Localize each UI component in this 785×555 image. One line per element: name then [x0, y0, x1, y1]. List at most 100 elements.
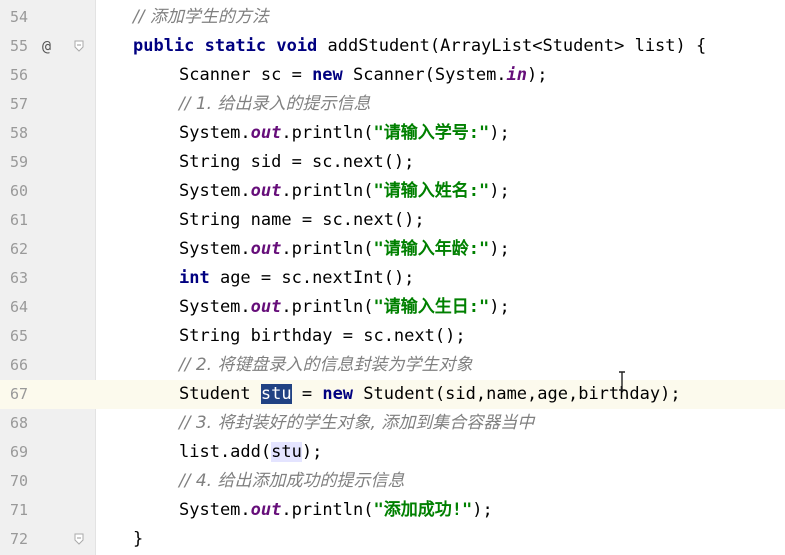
line-number: 70 [9, 472, 28, 490]
at-sign-override-icon[interactable]: @ [42, 32, 51, 61]
code-text[interactable]: // 1. 给出录入的提示信息 [179, 90, 370, 119]
code-text[interactable]: System.out.println("添加成功!"); [179, 496, 493, 525]
code-token: .println( [281, 239, 374, 259]
code-token: String name = sc.next(); [179, 210, 425, 230]
comment-token: // 3. 将封装好的学生对象, 添加到集合容器当中 [179, 413, 535, 433]
selected-identifier: stu [260, 384, 292, 404]
code-token: Student [179, 384, 261, 404]
code-line[interactable]: 55 @ public static void addStudent(ArrayLi… [0, 32, 785, 61]
code-text[interactable]: // 3. 将封装好的学生对象, 添加到集合容器当中 [179, 409, 534, 438]
code-token: = [291, 384, 323, 404]
keyword-token: void [276, 36, 318, 56]
code-text[interactable]: String sid = sc.next(); [179, 148, 414, 177]
line-number: 71 [9, 501, 28, 519]
code-token: list.add( [179, 442, 272, 462]
static-field-token: out [250, 500, 282, 520]
fold-marker-icon[interactable] [74, 533, 84, 545]
code-token: System. [179, 297, 251, 317]
code-token: System. [179, 181, 251, 201]
static-field-token: out [250, 123, 282, 143]
code-text[interactable]: int age = sc.nextInt(); [179, 264, 414, 293]
comment-token: // 添加学生的方法 [133, 7, 269, 27]
line-number: 61 [9, 211, 28, 229]
line-number: 72 [9, 530, 28, 548]
code-line[interactable]: 62 System.out.println("请输入年龄:"); [0, 235, 785, 264]
line-number: 63 [9, 269, 28, 287]
line-number: 59 [9, 153, 28, 171]
code-line[interactable]: 65 String birthday = sc.next(); [0, 322, 785, 351]
code-token: ); [489, 239, 510, 259]
code-text[interactable]: System.out.println("请输入姓名:"); [179, 177, 510, 206]
line-number: 66 [9, 356, 28, 374]
code-text[interactable]: System.out.println("请输入生日:"); [179, 293, 510, 322]
code-line[interactable]: 56 Scanner sc = new Scanner(System.in); [0, 61, 785, 90]
code-text[interactable]: // 2. 将键盘录入的信息封装为学生对象 [179, 351, 472, 380]
code-line[interactable]: 63 int age = sc.nextInt(); [0, 264, 785, 293]
line-number: 56 [9, 66, 28, 84]
code-token: System. [179, 123, 251, 143]
code-token: .println( [281, 181, 374, 201]
code-token: age = sc.nextInt(); [209, 268, 415, 288]
static-field-token: out [250, 181, 282, 201]
string-literal-token: "请输入姓名:" [373, 181, 490, 201]
code-token: .println( [281, 297, 374, 317]
code-line[interactable]: 72} [0, 525, 785, 554]
code-token: ); [301, 442, 323, 462]
line-number: 60 [9, 182, 28, 200]
code-line[interactable]: 61 String name = sc.next(); [0, 206, 785, 235]
code-token: String sid = sc.next(); [179, 152, 415, 172]
code-text[interactable]: String name = sc.next(); [179, 206, 425, 235]
fold-marker-icon[interactable] [74, 40, 84, 52]
string-literal-token: "请输入生日:" [373, 297, 490, 317]
code-text[interactable]: Student stu = new Student(sid,name,age,b… [179, 380, 681, 409]
code-line[interactable]: 59 String sid = sc.next(); [0, 148, 785, 177]
line-number: 62 [9, 240, 28, 258]
code-line[interactable]: 66 // 2. 将键盘录入的信息封装为学生对象 [0, 351, 785, 380]
code-text[interactable]: // 添加学生的方法 [133, 3, 269, 32]
code-token: ); [489, 181, 510, 201]
comment-token: // 4. 给出添加成功的提示信息 [179, 471, 405, 491]
code-line[interactable]: 54 // 添加学生的方法 [0, 3, 785, 32]
code-line[interactable]: 71 System.out.println("添加成功!"); [0, 496, 785, 525]
code-line[interactable]: 60 System.out.println("请输入姓名:"); [0, 177, 785, 206]
keyword-token: new [312, 65, 343, 85]
keyword-token: static [204, 36, 267, 56]
code-line[interactable]: 58 System.out.println("请输入学号:"); [0, 119, 785, 148]
line-number: 67 [9, 385, 28, 403]
code-line[interactable]: 70 // 4. 给出添加成功的提示信息 [0, 467, 785, 496]
code-editor[interactable]: 54 // 添加学生的方法 55 @ public static void addStu… [0, 0, 785, 555]
code-line[interactable]: 68 // 3. 将封装好的学生对象, 添加到集合容器当中 [0, 409, 785, 438]
code-text[interactable]: System.out.println("请输入学号:"); [179, 119, 510, 148]
static-field-token: in [506, 65, 528, 85]
code-token: String birthday = sc.next(); [179, 326, 466, 346]
comment-token: // 1. 给出录入的提示信息 [179, 94, 371, 114]
current-code-line[interactable]: 67 Student stu = new Student(sid,name,age… [0, 380, 785, 409]
line-number: 58 [9, 124, 28, 142]
code-text[interactable]: } [133, 525, 143, 554]
code-text[interactable]: System.out.println("请输入年龄:"); [179, 235, 510, 264]
code-token: addStudent(ArrayList<Student> list) { [317, 36, 707, 56]
line-number: 64 [9, 298, 28, 316]
code-line[interactable]: 57 // 1. 给出录入的提示信息 [0, 90, 785, 119]
code-line[interactable]: 64 System.out.println("请输入生日:"); [0, 293, 785, 322]
keyword-token: new [322, 384, 354, 404]
line-number: 57 [9, 95, 28, 113]
line-number: 65 [9, 327, 28, 345]
code-token: System. [179, 239, 251, 259]
code-text[interactable]: list.add(stu); [179, 438, 322, 467]
code-text[interactable]: public static void addStudent(ArrayList<… [133, 32, 706, 61]
code-token: Student(sid,name,age,birthday); [353, 384, 681, 404]
static-field-token: out [250, 239, 282, 259]
string-literal-token: "请输入学号:" [373, 123, 490, 143]
code-line[interactable]: 69 list.add(stu); [0, 438, 785, 467]
code-text[interactable]: Scanner sc = new Scanner(System.in); [179, 61, 548, 90]
code-text[interactable]: // 4. 给出添加成功的提示信息 [179, 467, 404, 496]
line-number: 68 [9, 414, 28, 432]
code-token: ); [527, 65, 548, 85]
code-text[interactable]: String birthday = sc.next(); [179, 322, 466, 351]
text-ibeam-cursor-icon [619, 371, 625, 391]
keyword-token: int [179, 268, 210, 288]
code-token: System. [179, 500, 251, 520]
string-literal-token: "请输入年龄:" [373, 239, 490, 259]
string-literal-token: "添加成功!" [373, 500, 473, 520]
